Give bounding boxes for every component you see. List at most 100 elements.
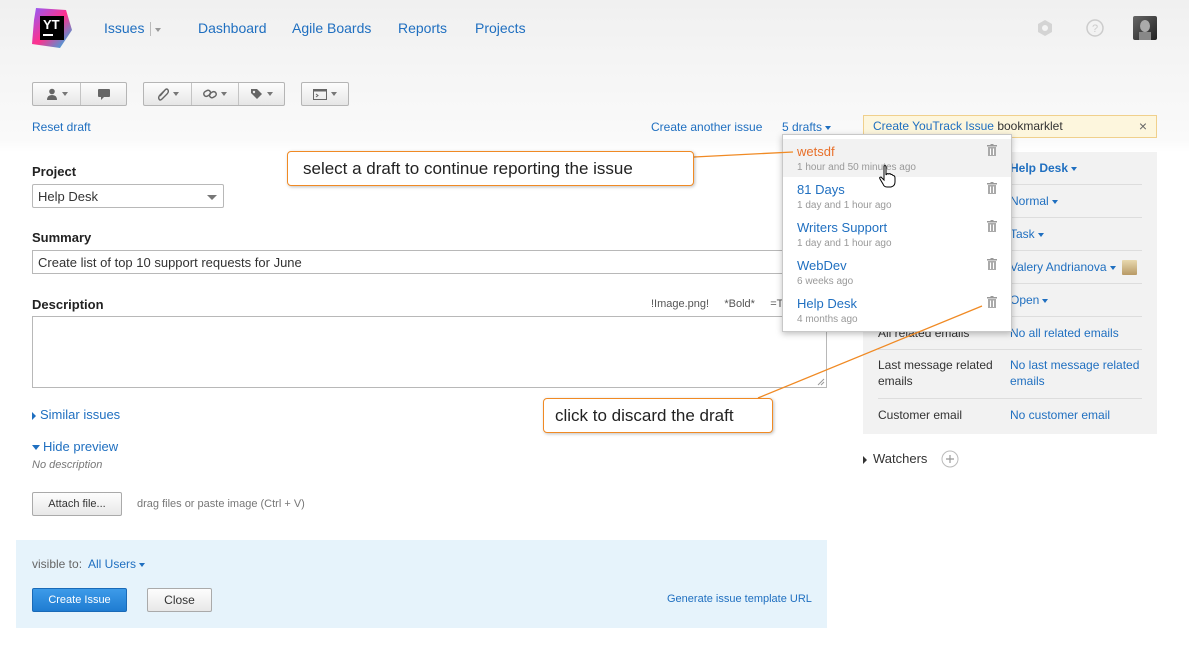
field-type-value[interactable]: Task bbox=[1010, 226, 1044, 242]
logo-text: YT bbox=[43, 17, 60, 32]
add-watcher-icon[interactable] bbox=[941, 450, 959, 468]
field-state-value[interactable]: Open bbox=[1010, 292, 1049, 308]
field-row-last-message: Last message related emails No last mess… bbox=[878, 350, 1142, 399]
trash-icon[interactable] bbox=[987, 258, 997, 270]
assignee-avatar bbox=[1121, 260, 1137, 276]
hint-bold: *Bold* bbox=[724, 298, 755, 310]
visible-to-label: visible to: bbox=[32, 557, 83, 571]
drafts-count: 5 drafts bbox=[782, 120, 823, 134]
caret-right-icon bbox=[863, 455, 867, 464]
bookmarklet-link[interactable]: Create YouTrack Issue bbox=[873, 119, 994, 133]
draft-name: Writers Support bbox=[797, 220, 888, 235]
tag-button[interactable] bbox=[238, 83, 284, 105]
drafts-dropdown[interactable]: 5 drafts bbox=[782, 120, 832, 134]
attachment-icon bbox=[157, 88, 169, 101]
settings-icon[interactable] bbox=[1036, 19, 1054, 37]
summary-input[interactable]: Create list of top 10 support requests f… bbox=[32, 250, 827, 274]
nav-agile-boards[interactable]: Agile Boards bbox=[292, 20, 371, 36]
draft-time: 1 day and 1 hour ago bbox=[797, 238, 892, 249]
draft-item[interactable]: WebDev 6 weeks ago bbox=[783, 253, 1011, 291]
draft-time: 1 hour and 50 minutes ago bbox=[797, 162, 916, 173]
close-button[interactable]: Close bbox=[147, 588, 212, 612]
attachment-button[interactable] bbox=[144, 83, 191, 105]
visibility-value: All Users bbox=[88, 557, 137, 571]
visibility-dropdown[interactable]: All Users bbox=[88, 557, 146, 571]
avatar[interactable] bbox=[1133, 16, 1157, 40]
draft-time: 6 weeks ago bbox=[797, 276, 854, 287]
trash-icon[interactable] bbox=[987, 296, 997, 308]
create-issue-button[interactable]: Create Issue bbox=[32, 588, 127, 612]
attach-file-button[interactable]: Attach file... bbox=[32, 492, 122, 516]
svg-text:?: ? bbox=[1092, 23, 1098, 35]
draft-name: wetsdf bbox=[797, 144, 835, 159]
draft-name: Help Desk bbox=[797, 296, 857, 311]
field-project-value[interactable]: Help Desk bbox=[1010, 160, 1078, 176]
watchers-label: Watchers bbox=[873, 451, 928, 466]
nav-dashboard[interactable]: Dashboard bbox=[198, 20, 267, 36]
nav-separator bbox=[150, 22, 151, 36]
markup-hints: !Image.png! *Bold* =Title bbox=[651, 298, 797, 310]
command-icon bbox=[313, 88, 327, 100]
hide-preview-label: Hide preview bbox=[43, 439, 119, 454]
hide-preview-toggle[interactable]: Hide preview bbox=[32, 439, 118, 454]
field-customer-email-value[interactable]: No customer email bbox=[1010, 407, 1110, 423]
tag-icon bbox=[251, 89, 262, 99]
form-footer bbox=[16, 540, 827, 628]
project-select-value: Help Desk bbox=[38, 189, 98, 204]
project-label: Project bbox=[32, 164, 77, 179]
nav-issues[interactable]: Issues bbox=[104, 20, 144, 36]
trash-icon[interactable] bbox=[987, 220, 997, 232]
help-icon[interactable]: ? bbox=[1086, 19, 1104, 37]
trash-icon[interactable] bbox=[987, 182, 997, 194]
comment-icon bbox=[97, 89, 110, 100]
nav-issues-dropdown[interactable] bbox=[152, 21, 161, 36]
assignee-icon bbox=[46, 88, 57, 100]
toolbar-group-links bbox=[143, 82, 285, 106]
command-button[interactable] bbox=[302, 83, 348, 105]
field-assignee-value[interactable]: Valery Andrianova bbox=[1010, 259, 1137, 276]
assignee-button[interactable] bbox=[33, 83, 80, 105]
watchers-toggle[interactable]: Watchers bbox=[863, 451, 927, 466]
nav-projects[interactable]: Projects bbox=[475, 20, 526, 36]
draft-name: WebDev bbox=[797, 258, 847, 273]
reset-draft-link[interactable]: Reset draft bbox=[32, 120, 91, 134]
field-customer-email-key: Customer email bbox=[878, 408, 963, 422]
preview-text: No description bbox=[32, 459, 103, 471]
create-another-issue-link[interactable]: Create another issue bbox=[651, 120, 762, 134]
callout-discard-draft: click to discard the draft bbox=[543, 398, 773, 433]
project-select[interactable]: Help Desk bbox=[32, 184, 224, 208]
toolbar-group-command bbox=[301, 82, 349, 106]
field-row-customer-email: Customer email No customer email bbox=[878, 399, 1142, 432]
field-priority-value[interactable]: Normal bbox=[1010, 193, 1058, 209]
field-all-related-value[interactable]: No all related emails bbox=[1010, 325, 1119, 341]
nav-reports[interactable]: Reports bbox=[398, 20, 447, 36]
youtrack-logo[interactable]: YT bbox=[32, 8, 72, 48]
attach-hint: drag files or paste image (Ctrl + V) bbox=[137, 498, 305, 510]
draft-time: 4 months ago bbox=[797, 314, 858, 325]
drafts-popup: wetsdf 1 hour and 50 minutes ago 81 Days… bbox=[782, 134, 1012, 332]
field-last-message-value[interactable]: No last message related emails bbox=[1010, 357, 1145, 389]
toolbar-group-people bbox=[32, 82, 127, 106]
bookmarklet-text: bookmarklet bbox=[997, 119, 1063, 133]
description-label: Description bbox=[32, 297, 104, 312]
comment-button[interactable] bbox=[80, 83, 126, 105]
hint-image: !Image.png! bbox=[651, 298, 710, 310]
draft-name: 81 Days bbox=[797, 182, 845, 197]
similar-issues-label: Similar issues bbox=[40, 407, 121, 422]
hand-cursor-icon bbox=[879, 165, 896, 188]
description-textarea[interactable] bbox=[32, 316, 827, 388]
generate-template-url-link[interactable]: Generate issue template URL bbox=[667, 593, 812, 605]
link-button[interactable] bbox=[191, 83, 238, 105]
draft-item[interactable]: Help Desk 4 months ago bbox=[783, 291, 1011, 329]
resize-handle[interactable] bbox=[817, 378, 825, 386]
close-icon[interactable]: × bbox=[1139, 118, 1147, 134]
caret-down-icon bbox=[32, 445, 40, 451]
similar-issues-toggle[interactable]: Similar issues bbox=[32, 407, 120, 422]
summary-label: Summary bbox=[32, 230, 92, 245]
draft-item[interactable]: Writers Support 1 day and 1 hour ago bbox=[783, 215, 1011, 253]
chevron-down-icon bbox=[207, 195, 217, 200]
caret-right-icon bbox=[32, 411, 36, 420]
draft-time: 1 day and 1 hour ago bbox=[797, 200, 892, 211]
link-icon bbox=[203, 89, 217, 99]
trash-icon[interactable] bbox=[987, 144, 997, 156]
